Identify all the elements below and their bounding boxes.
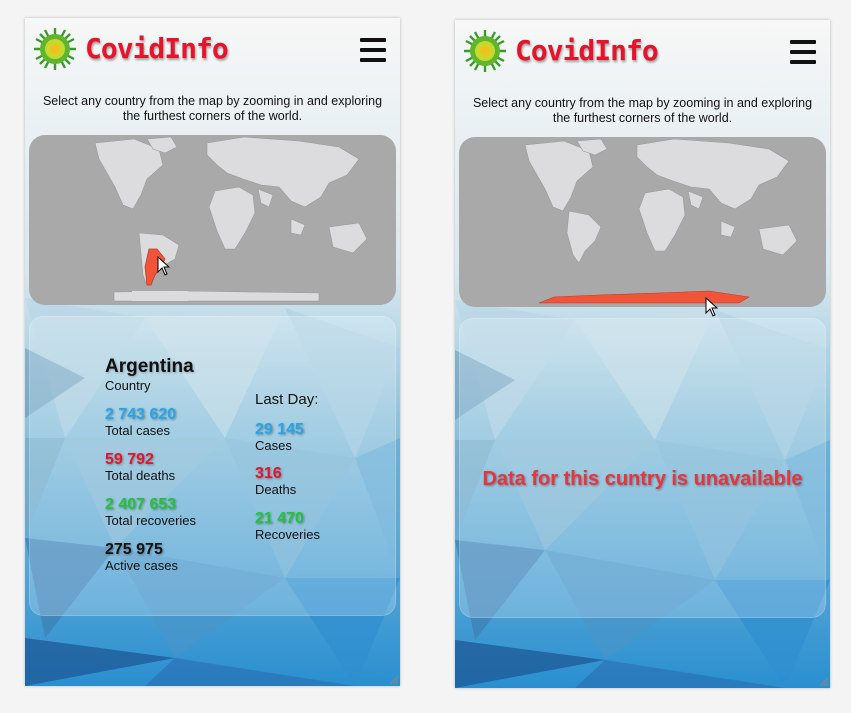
country-name: Argentina <box>105 356 194 377</box>
app-header: CovidInfo <box>455 20 830 82</box>
last-day-cases-stat: 29 145 Cases <box>255 421 304 453</box>
virus-icon[interactable] <box>463 29 507 73</box>
total-deaths-label: Total deaths <box>105 468 176 483</box>
world-map[interactable] <box>29 135 396 305</box>
intro-text: Select any country from the map by zoomi… <box>42 94 383 123</box>
app-header: CovidInfo <box>25 18 400 80</box>
active-cases-label: Active cases <box>105 558 178 573</box>
world-land <box>94 136 368 302</box>
last-day-deaths-stat: 316 Deaths <box>255 465 296 497</box>
total-cases-value: 2 743 620 <box>105 406 177 423</box>
last-day-cases-label: Cases <box>255 438 292 453</box>
phone-screen-antarctica: CovidInfo Select any country from the ma… <box>455 20 830 688</box>
last-day-heading: Last Day: <box>255 391 318 408</box>
active-cases-stat: 275 975 Active cases <box>105 541 178 573</box>
resize-grip-icon[interactable] <box>388 674 398 684</box>
country-stats-panel: Data for this cuntry is unavailable <box>459 318 826 618</box>
total-recoveries-stat: 2 407 653 Total recoveries <box>105 496 196 528</box>
country-stats-panel <box>29 316 396 616</box>
mouse-cursor-icon <box>157 256 171 276</box>
last-day-deaths-value: 316 <box>255 465 282 482</box>
phone-screen-argentina: CovidInfo Select any country from the ma… <box>25 18 400 686</box>
resize-grip-icon[interactable] <box>818 676 828 686</box>
world-map[interactable] <box>459 137 826 307</box>
total-cases-stat: 2 743 620 Total cases <box>105 406 176 438</box>
app-title: CovidInfo <box>85 32 229 65</box>
hamburger-menu-icon[interactable] <box>790 40 816 64</box>
total-recoveries-label: Total recoveries <box>105 513 197 528</box>
country-label: Country <box>105 378 151 393</box>
last-day-recoveries-label: Recoveries <box>255 527 321 542</box>
virus-icon[interactable] <box>33 27 77 71</box>
total-deaths-stat: 59 792 Total deaths <box>105 451 175 483</box>
total-recoveries-value: 2 407 653 <box>105 496 177 513</box>
mouse-cursor-icon <box>705 297 719 317</box>
unavailable-message: Data for this cuntry is unavailable <box>482 468 803 490</box>
active-cases-value: 275 975 <box>105 541 163 558</box>
total-deaths-value: 59 792 <box>105 451 154 468</box>
total-cases-label: Total cases <box>105 423 171 438</box>
app-title: CovidInfo <box>515 34 659 67</box>
last-day-recoveries-stat: 21 470 Recoveries <box>255 510 320 542</box>
antarctica-part <box>132 291 188 301</box>
country-block: Argentina Country <box>105 356 194 393</box>
last-day-cases-value: 29 145 <box>255 421 304 438</box>
last-day-title: Last Day: <box>255 391 319 408</box>
intro-text: Select any country from the map by zoomi… <box>472 96 813 125</box>
world-land <box>524 138 798 264</box>
last-day-deaths-label: Deaths <box>255 482 297 497</box>
hamburger-menu-icon[interactable] <box>360 38 386 62</box>
last-day-recoveries-value: 21 470 <box>255 510 304 527</box>
